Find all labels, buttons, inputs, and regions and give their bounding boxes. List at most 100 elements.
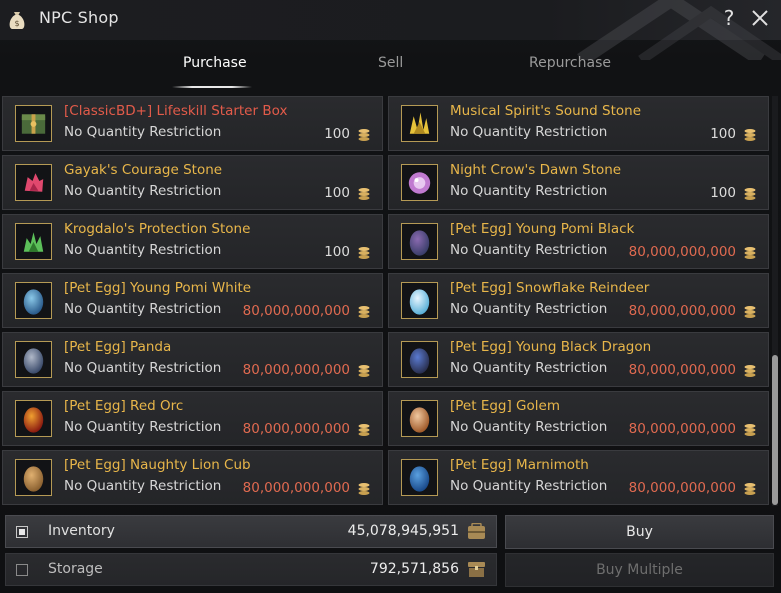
item-restriction: No Quantity Restriction	[64, 183, 222, 199]
protection-stone-icon	[15, 223, 52, 260]
item-price: 80,000,000,000	[628, 421, 736, 437]
shop-item[interactable]: [Pet Egg] Naughty Lion Cub No Quantity Re…	[2, 450, 383, 505]
silver-coin-icon	[744, 424, 756, 436]
starter-box-icon	[15, 105, 52, 142]
egg-red-orc-icon	[15, 400, 52, 437]
item-restriction: No Quantity Restriction	[64, 419, 222, 435]
silver-coin-icon	[358, 129, 370, 141]
silver-coin-icon	[744, 306, 756, 318]
item-restriction: No Quantity Restriction	[450, 124, 608, 140]
close-icon[interactable]	[750, 8, 770, 28]
buy-button[interactable]: Buy	[505, 515, 774, 549]
silver-coin-icon	[358, 424, 370, 436]
storage-chest-icon	[468, 562, 485, 577]
inventory-label: Inventory	[48, 523, 115, 539]
inventory-row[interactable]: Inventory 45,078,945,951	[5, 515, 497, 548]
item-restriction: No Quantity Restriction	[450, 478, 608, 494]
silver-coin-icon	[744, 483, 756, 495]
item-price: 80,000,000,000	[628, 244, 736, 260]
item-restriction: No Quantity Restriction	[64, 478, 222, 494]
inventory-bag-icon	[468, 523, 485, 539]
storage-checkbox[interactable]	[16, 564, 28, 576]
item-name: [Pet Egg] Snowflake Reindeer	[450, 280, 650, 296]
item-restriction: No Quantity Restriction	[450, 183, 608, 199]
item-price: 100	[324, 126, 350, 142]
shop-item[interactable]: Night Crow's Dawn Stone No Quantity Restr…	[388, 155, 769, 210]
item-restriction: No Quantity Restriction	[64, 124, 222, 140]
silver-coin-icon	[358, 247, 370, 259]
shop-item[interactable]: Krogdalo's Protection Stone No Quantity R…	[2, 214, 383, 269]
egg-pomi-white-icon	[15, 282, 52, 319]
item-restriction: No Quantity Restriction	[450, 360, 608, 376]
egg-reindeer-icon	[401, 282, 438, 319]
silver-coin-icon	[358, 365, 370, 377]
shop-tabs: Purchase Sell Repurchase	[0, 40, 781, 88]
shop-item[interactable]: [Pet Egg] Panda No Quantity Restriction 80…	[2, 332, 383, 387]
item-name: Gayak's Courage Stone	[64, 162, 223, 178]
item-restriction: No Quantity Restriction	[450, 419, 608, 435]
money-bag-icon: $	[9, 12, 25, 29]
storage-row[interactable]: Storage 792,571,856	[5, 553, 497, 586]
silver-coin-icon	[358, 306, 370, 318]
item-name: [Pet Egg] Naughty Lion Cub	[64, 457, 251, 473]
item-restriction: No Quantity Restriction	[64, 242, 222, 258]
active-tab-indicator	[172, 86, 252, 88]
shop-item[interactable]: [Pet Egg] Snowflake Reindeer No Quantity …	[388, 273, 769, 328]
item-price: 100	[324, 244, 350, 260]
item-name: [Pet Egg] Panda	[64, 339, 172, 355]
storage-label: Storage	[48, 561, 103, 577]
storage-amount: 792,571,856	[369, 561, 459, 577]
shop-item[interactable]: [Pet Egg] Young Pomi Black No Quantity Re…	[388, 214, 769, 269]
item-name: Musical Spirit's Sound Stone	[450, 103, 642, 119]
egg-panda-icon	[15, 341, 52, 378]
inventory-amount: 45,078,945,951	[347, 523, 459, 539]
item-price: 80,000,000,000	[242, 421, 350, 437]
item-name: [Pet Egg] Golem	[450, 398, 560, 414]
scrollbar-thumb[interactable]	[772, 355, 778, 505]
silver-coin-icon	[358, 483, 370, 495]
shop-item[interactable]: Musical Spirit's Sound Stone No Quantity …	[388, 96, 769, 151]
silver-coin-icon	[744, 129, 756, 141]
egg-marnimoth-icon	[401, 459, 438, 496]
item-restriction: No Quantity Restriction	[64, 301, 222, 317]
window-title: NPC Shop	[39, 8, 119, 27]
title-bar[interactable]: $ NPC Shop ?	[0, 0, 781, 60]
tab-repurchase[interactable]: Repurchase	[529, 55, 611, 71]
dawn-stone-icon	[401, 164, 438, 201]
item-price: 80,000,000,000	[242, 362, 350, 378]
tab-purchase[interactable]: Purchase	[183, 55, 247, 71]
item-price: 80,000,000,000	[628, 480, 736, 496]
shop-item[interactable]: [ClassicBD+] Lifeskill Starter Box No Qua…	[2, 96, 383, 151]
shop-item[interactable]: [Pet Egg] Young Black Dragon No Quantity …	[388, 332, 769, 387]
item-restriction: No Quantity Restriction	[450, 301, 608, 317]
item-price: 100	[710, 126, 736, 142]
item-price: 80,000,000,000	[628, 362, 736, 378]
sound-stone-icon	[401, 105, 438, 142]
silver-coin-icon	[744, 365, 756, 377]
silver-coin-icon	[744, 188, 756, 200]
shop-item[interactable]: [Pet Egg] Golem No Quantity Restriction 80…	[388, 391, 769, 446]
shop-item[interactable]: Gayak's Courage Stone No Quantity Restric…	[2, 155, 383, 210]
silver-coin-icon	[358, 188, 370, 200]
item-name: Night Crow's Dawn Stone	[450, 162, 622, 178]
silver-coin-icon	[744, 247, 756, 259]
npc-shop-window: $ NPC Shop ? Purchase Sell Repurchase [C…	[0, 0, 781, 593]
item-price: 100	[710, 185, 736, 201]
inventory-checkbox[interactable]	[16, 526, 28, 538]
help-icon[interactable]: ?	[721, 6, 737, 30]
item-name: [Pet Egg] Red Orc	[64, 398, 184, 414]
tab-sell[interactable]: Sell	[378, 55, 403, 71]
item-price: 80,000,000,000	[628, 303, 736, 319]
item-name: Krogdalo's Protection Stone	[64, 221, 251, 237]
egg-lion-cub-icon	[15, 459, 52, 496]
shop-item[interactable]: [Pet Egg] Red Orc No Quantity Restriction…	[2, 391, 383, 446]
item-price: 80,000,000,000	[242, 480, 350, 496]
item-restriction: No Quantity Restriction	[64, 360, 222, 376]
item-restriction: No Quantity Restriction	[450, 242, 608, 258]
item-name: [Pet Egg] Marnimoth	[450, 457, 589, 473]
buy-multiple-button[interactable]: Buy Multiple	[505, 553, 774, 587]
shop-item[interactable]: [Pet Egg] Young Pomi White No Quantity Re…	[2, 273, 383, 328]
shop-item[interactable]: [Pet Egg] Marnimoth No Quantity Restricti…	[388, 450, 769, 505]
svg-text:$: $	[14, 19, 19, 28]
item-name: [Pet Egg] Young Pomi White	[64, 280, 252, 296]
